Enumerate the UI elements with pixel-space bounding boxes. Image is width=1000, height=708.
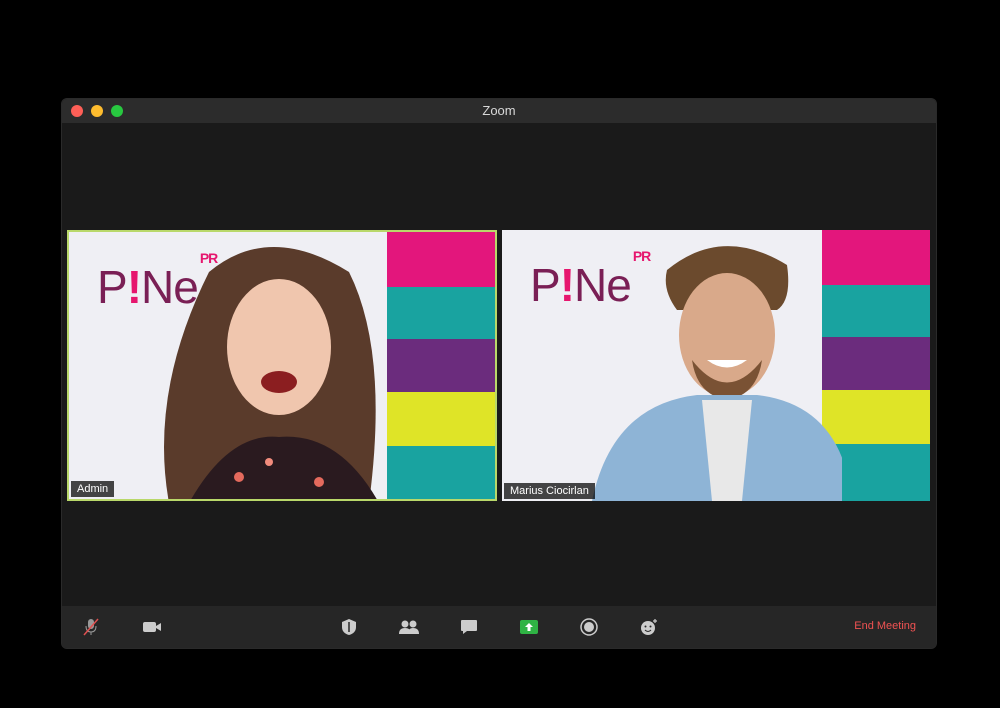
reactions-icon[interactable] xyxy=(638,617,660,637)
window-title: Zoom xyxy=(482,103,516,118)
video-icon[interactable] xyxy=(141,617,163,637)
title-bar: Zoom xyxy=(62,99,936,123)
participant-name-marius: Marius Ciocirlan xyxy=(504,483,595,499)
video-tile-marius[interactable]: P!NePR Marius Ciocirlan xyxy=(502,230,930,501)
participants-icon[interactable] xyxy=(398,617,420,637)
security-icon[interactable] xyxy=(338,617,360,637)
participant-name-admin: Admin xyxy=(71,481,115,497)
mute-icon[interactable] xyxy=(80,617,102,637)
zoom-window: Zoom P!NePR Admin P!NePR Marius Ciocirla… xyxy=(62,99,936,648)
share-screen-icon[interactable] xyxy=(518,617,540,637)
meeting-toolbar: End Meeting xyxy=(62,606,936,648)
record-icon[interactable] xyxy=(578,617,600,637)
chat-icon[interactable] xyxy=(458,617,480,637)
video-tile-admin[interactable]: P!NePR Admin xyxy=(67,230,497,501)
participant-video-admin xyxy=(164,247,377,499)
end-meeting-button[interactable]: End Meeting xyxy=(854,620,916,632)
participant-video-marius xyxy=(592,246,842,501)
decorative-bands xyxy=(387,232,495,499)
